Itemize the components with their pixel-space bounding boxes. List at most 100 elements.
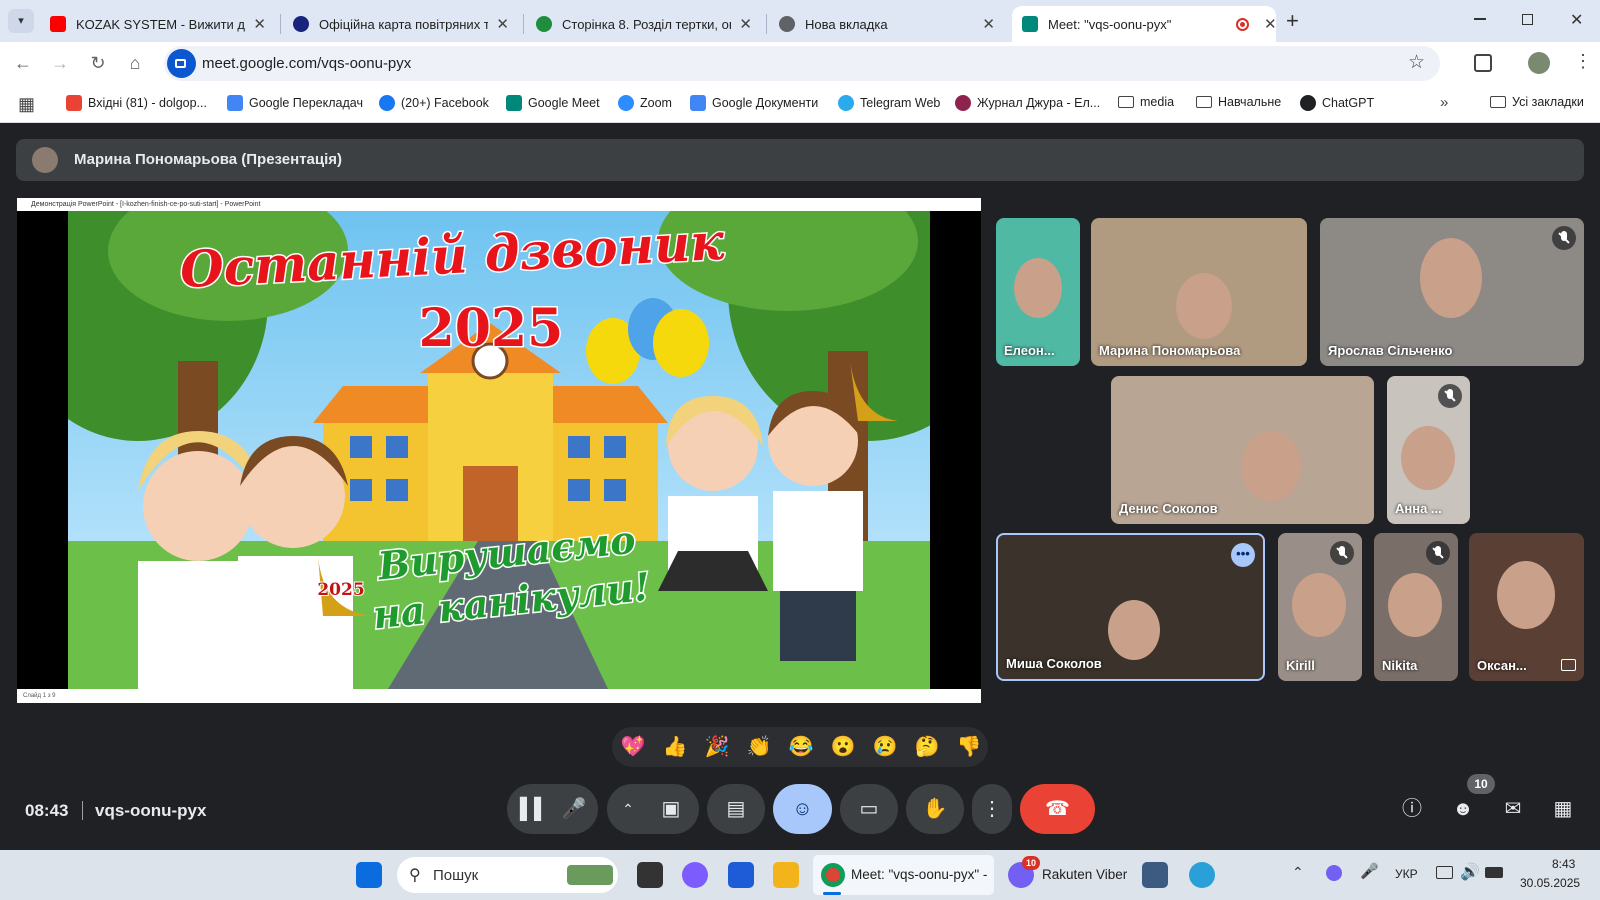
picture-in-picture-icon[interactable] bbox=[1561, 659, 1576, 671]
presentation-view[interactable]: Демонстрація PowerPoint - [I-kozhen-fini… bbox=[17, 198, 981, 703]
leave-call-button[interactable]: ☎ bbox=[1020, 784, 1095, 834]
chat-icon[interactable]: ✉ bbox=[1500, 796, 1526, 822]
participant-tile[interactable]: Денис Соколов bbox=[1111, 376, 1374, 524]
volume-icon[interactable]: 🔊 bbox=[1460, 862, 1480, 882]
home-button[interactable]: ⌂ bbox=[122, 50, 148, 76]
reaction-laugh[interactable]: 😂 bbox=[788, 734, 814, 760]
reaction-surprised[interactable]: 😮 bbox=[830, 734, 856, 760]
participant-tile[interactable]: Nikita bbox=[1374, 533, 1458, 681]
participant-tile-active-speaker[interactable]: ••• Миша Соколов bbox=[996, 533, 1265, 681]
windows-start-icon[interactable] bbox=[356, 862, 382, 888]
new-tab-button[interactable]: + bbox=[1286, 8, 1299, 34]
meet-site-icon[interactable] bbox=[167, 49, 196, 78]
restore-window-button[interactable] bbox=[1522, 14, 1533, 25]
folder-icon bbox=[1196, 96, 1212, 108]
microphone-icon[interactable]: 🎤 bbox=[559, 784, 589, 834]
chevron-up-icon[interactable]: ⌃ bbox=[615, 784, 641, 834]
reaction-party[interactable]: 🎉 bbox=[704, 734, 730, 760]
tab-google-meet[interactable]: Meet: "vqs-oonu-pyx" ✕ bbox=[1012, 6, 1276, 42]
participant-tile[interactable]: Оксан... bbox=[1469, 533, 1584, 681]
viber-task-label[interactable]: Rakuten Viber bbox=[1042, 867, 1127, 882]
people-icon[interactable]: ☻ bbox=[1450, 796, 1476, 822]
back-button[interactable]: ← bbox=[10, 50, 36, 76]
tab-air-alert-map[interactable]: Офіційна карта повітряних три ✕ bbox=[283, 6, 519, 42]
reaction-thumbs-up[interactable]: 👍 bbox=[662, 734, 688, 760]
copilot-icon[interactable] bbox=[682, 862, 708, 888]
tab-search-button[interactable]: ▾ bbox=[8, 9, 34, 33]
url-text[interactable]: meet.google.com/vqs-oonu-pyx bbox=[202, 55, 411, 72]
close-tab-icon[interactable]: ✕ bbox=[1264, 15, 1276, 33]
taskbar-search[interactable]: ⚲ Пошук bbox=[397, 857, 618, 893]
reaction-thinking[interactable]: 🤔 bbox=[914, 734, 940, 760]
raise-hand-button[interactable]: ✋ bbox=[906, 784, 964, 834]
more-bookmarks-icon[interactable]: » bbox=[1440, 94, 1448, 111]
google-meet-icon bbox=[1022, 16, 1038, 32]
tab-new-tab[interactable]: Нова вкладка ✕ bbox=[769, 6, 1005, 42]
bookmark-dzhura[interactable]: Журнал Джура - Ел... bbox=[955, 95, 1100, 111]
app-icon[interactable] bbox=[1142, 862, 1168, 888]
taskbar-chrome-meet[interactable]: Meet: "vqs-oonu-pyx" - bbox=[813, 855, 994, 895]
close-tab-icon[interactable]: ✕ bbox=[253, 15, 266, 33]
camera-icon[interactable]: ▣ bbox=[651, 784, 691, 834]
close-tab-icon[interactable]: ✕ bbox=[496, 15, 509, 33]
minimize-window-button[interactable] bbox=[1474, 18, 1486, 20]
activities-grid-icon[interactable]: ▦ bbox=[1550, 796, 1576, 822]
meeting-details-icon[interactable]: ⓘ bbox=[1399, 796, 1425, 822]
presentation-slide: Останній дзвоник 2025 Вирушаємо на канік… bbox=[68, 211, 930, 689]
reaction-sad[interactable]: 😢 bbox=[872, 734, 898, 760]
forward-button[interactable]: → bbox=[47, 50, 73, 76]
participant-tile[interactable]: Kirill bbox=[1278, 533, 1362, 681]
address-bar[interactable]: meet.google.com/vqs-oonu-pyx ☆ bbox=[164, 46, 1440, 81]
bookmark-folder-educational[interactable]: Навчальне bbox=[1196, 95, 1281, 109]
participant-tile[interactable]: Ярослав Сільченко bbox=[1320, 218, 1584, 366]
captions-button[interactable]: ▤ bbox=[707, 784, 765, 834]
show-hidden-icons-chevron[interactable]: ⌃ bbox=[1292, 864, 1304, 881]
profile-avatar[interactable] bbox=[1528, 52, 1550, 74]
reaction-heart[interactable]: 💖 bbox=[620, 734, 646, 760]
bookmark-folder-media[interactable]: media bbox=[1118, 95, 1174, 109]
reaction-thumbs-down[interactable]: 👎 bbox=[956, 734, 982, 760]
bookmark-gmail[interactable]: Вхідні (81) - dolgop... bbox=[66, 95, 207, 111]
reaction-clap[interactable]: 👏 bbox=[746, 734, 772, 760]
presenter-banner: Марина Пономарьова (Презентація) bbox=[16, 139, 1584, 181]
participant-tile[interactable]: Анна ... bbox=[1387, 376, 1470, 524]
extensions-icon[interactable] bbox=[1474, 54, 1492, 72]
microphone-tray-icon[interactable]: 🎤 bbox=[1360, 862, 1379, 880]
bookmark-google-meet[interactable]: Google Meet bbox=[506, 95, 600, 111]
globe-app-icon[interactable] bbox=[1189, 862, 1215, 888]
bookmark-facebook[interactable]: (20+) Facebook bbox=[379, 95, 489, 111]
tab-textbook-page[interactable]: Сторінка 8. Розділ тертки, ово ✕ bbox=[526, 6, 762, 42]
tab-kozak-system[interactable]: KOZAK SYSTEM - Вижити до ра ✕ bbox=[40, 6, 276, 42]
all-bookmarks[interactable]: Усі закладки bbox=[1490, 95, 1584, 109]
more-options-button[interactable]: ⋮ bbox=[972, 784, 1012, 834]
present-screen-button[interactable]: ▭ bbox=[840, 784, 898, 834]
reactions-button[interactable]: ☺ bbox=[773, 784, 832, 834]
microsoft-store-icon[interactable] bbox=[728, 862, 754, 888]
bookmark-star-icon[interactable]: ☆ bbox=[1408, 51, 1425, 74]
reload-button[interactable]: ↻ bbox=[85, 50, 111, 76]
apps-grid-icon[interactable]: ▦ bbox=[18, 95, 35, 113]
bookmark-zoom[interactable]: Zoom bbox=[618, 95, 672, 111]
more-options-icon[interactable]: ••• bbox=[1231, 543, 1255, 567]
air-alert-map-icon bbox=[293, 16, 309, 32]
bookmark-translate[interactable]: Google Перекладач bbox=[227, 95, 363, 111]
network-icon[interactable] bbox=[1436, 866, 1453, 879]
bookmark-telegram[interactable]: Telegram Web bbox=[838, 95, 940, 111]
close-tab-icon[interactable]: ✕ bbox=[982, 15, 995, 33]
battery-icon[interactable] bbox=[1485, 867, 1503, 878]
taskbar-time[interactable]: 8:43 bbox=[1552, 857, 1575, 871]
tray-app-icon[interactable] bbox=[1326, 865, 1342, 881]
bookmark-google-docs[interactable]: Google Документи bbox=[690, 95, 818, 111]
file-explorer-icon[interactable] bbox=[773, 862, 799, 888]
bookmark-chatgpt[interactable]: ChatGPT bbox=[1300, 95, 1374, 111]
browser-menu-icon[interactable]: ⋮ bbox=[1574, 51, 1592, 72]
participant-tile[interactable]: Елеон... bbox=[996, 218, 1080, 366]
input-language[interactable]: УКР bbox=[1395, 867, 1418, 881]
close-window-button[interactable]: ✕ bbox=[1570, 10, 1583, 30]
taskbar-date[interactable]: 30.05.2025 bbox=[1520, 876, 1580, 890]
audio-levels-icon[interactable]: ▌▌ bbox=[519, 784, 549, 834]
participant-tile[interactable]: Марина Пономарьова bbox=[1091, 218, 1307, 366]
task-view-icon[interactable] bbox=[637, 862, 663, 888]
google-docs-icon bbox=[690, 95, 706, 111]
close-tab-icon[interactable]: ✕ bbox=[739, 15, 752, 33]
